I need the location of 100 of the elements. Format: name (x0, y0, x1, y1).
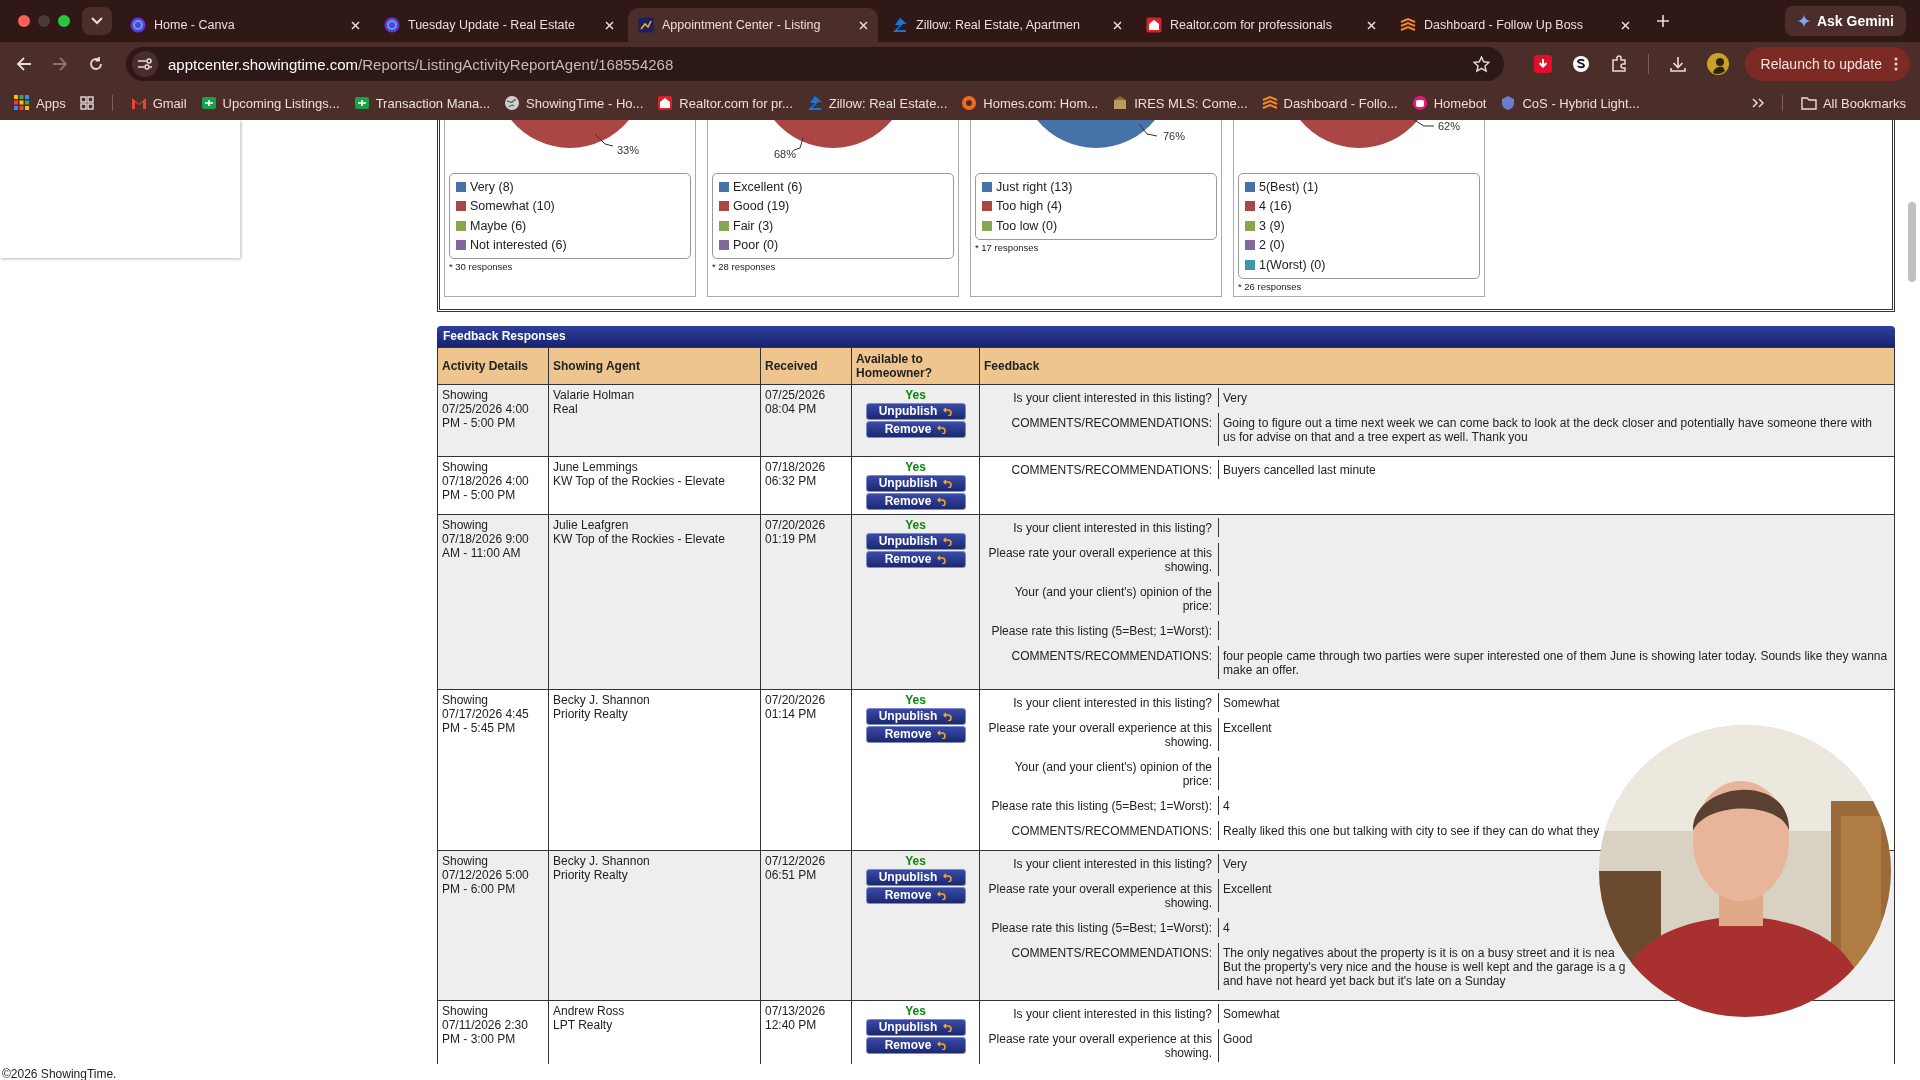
remove-button[interactable]: Remove (865, 725, 966, 743)
answer-text: Excellent (1223, 881, 1273, 896)
browser-tab[interactable]: Realtor.com for professionals (1136, 8, 1386, 42)
tab-search-button[interactable] (82, 7, 112, 35)
answer-text: 4 (1223, 920, 1231, 935)
remove-button[interactable]: Remove (865, 1036, 966, 1054)
unpublish-button[interactable]: Unpublish (865, 474, 966, 492)
unpublish-button[interactable]: Unpublish (865, 868, 966, 886)
leader-line (793, 137, 804, 151)
availability-status: Yes (904, 387, 927, 402)
close-tab-icon[interactable] (1367, 20, 1376, 30)
question-label: Your (and your client's) opinion of the price: (980, 581, 1219, 615)
globe-icon (504, 95, 521, 111)
bookmark-item[interactable]: CoS - Hybrid Light... (1500, 95, 1640, 111)
question-label: COMMENTS/RECOMMENDATIONS: (980, 412, 1219, 446)
mail-icon (130, 95, 147, 111)
relaunch-button[interactable]: Relaunch to update (1744, 47, 1910, 81)
percent-label: 68% (774, 148, 797, 160)
s-circle-icon[interactable] (1571, 55, 1590, 73)
ask-gemini-button[interactable]: Ask Gemini (1784, 6, 1906, 36)
agent-cell: Valarie Holman Real (548, 384, 761, 456)
question-label: COMMENTS/RECOMMENDATIONS: (980, 820, 1219, 840)
close-tab-icon[interactable] (1113, 20, 1122, 30)
bookmark-item[interactable]: ShowingTime - Ho... (504, 95, 644, 111)
reload-icon[interactable] (88, 56, 104, 72)
undo-arrow-icon (943, 711, 953, 721)
legend-label: Just right (13) (996, 179, 1073, 194)
agent-cell: June Lemmings KW Top of the Rockies - Elevate (548, 456, 761, 514)
close-tab-icon[interactable] (351, 20, 360, 30)
undo-arrow-icon (943, 406, 953, 416)
browser-tab[interactable]: Tuesday Update - Real Estate (374, 8, 624, 42)
activity-cell: Showing 07/18/2026 4:00 PM - 5:00 PM (437, 456, 549, 514)
maximize-window-icon[interactable] (58, 15, 70, 27)
received-cell: 07/20/2026 01:19 PM (760, 514, 852, 689)
all-bookmarks-item[interactable]: All Bookmarks (1800, 95, 1906, 111)
leader-line (1138, 123, 1158, 137)
question-label: Is your client interested in this listing? (980, 387, 1219, 407)
activity-cell: Showing 07/11/2026 2:30 PM - 3:00 PM (437, 1000, 549, 1064)
scrollbar-thumb[interactable] (1908, 202, 1916, 282)
bookmark-star-icon[interactable] (1472, 55, 1490, 73)
unpublish-button[interactable]: Unpublish (865, 1018, 966, 1036)
site-info-icon[interactable] (132, 51, 158, 77)
response-count: * 28 responses (712, 261, 777, 272)
answer-text: But the property's very nice and the house is well kept and the garage is a g (1223, 959, 1627, 974)
folder-icon (1800, 96, 1817, 110)
bookmark-item[interactable]: Upcoming Listings... (200, 95, 340, 111)
agent-cell: Julie Leafgren KW Top of the Rockies - Elevate (548, 514, 761, 689)
profile-avatar-icon[interactable] (1706, 53, 1729, 75)
forward-icon[interactable] (52, 56, 68, 72)
undo-arrow-icon (943, 1022, 953, 1032)
question-label: COMMENTS/RECOMMENDATIONS: (980, 645, 1219, 679)
bookmark-item[interactable]: Zillow: Real Estate... (806, 95, 948, 111)
browser-tab[interactable]: Home - Canva (120, 8, 370, 42)
unpublish-button[interactable]: Unpublish (865, 402, 966, 420)
apps-grid-icon (14, 95, 30, 111)
line-chart-icon (638, 17, 654, 33)
extensions-icon[interactable] (1609, 55, 1628, 73)
bookmark-item[interactable]: Homes.com: Hom... (961, 95, 1099, 111)
more-bookmarks-icon[interactable] (1751, 98, 1764, 108)
answer-text: Excellent (1223, 720, 1273, 735)
remove-button[interactable]: Remove (865, 420, 966, 438)
bookmark-item[interactable]: Apps (14, 95, 66, 111)
activity-cell: Showing 07/17/2026 4:45 PM - 5:45 PM (437, 689, 549, 850)
answer-text: Buyers cancelled last minute (1223, 462, 1377, 477)
question-label: Is your client interested in this listing? (980, 517, 1219, 537)
close-tab-icon[interactable] (605, 20, 614, 30)
question-label: Is your client interested in this listing? (980, 692, 1219, 712)
legend-label: Good (19) (733, 199, 790, 214)
close-tab-icon[interactable] (1621, 20, 1630, 30)
bookmark-item[interactable]: Gmail (130, 95, 187, 111)
legend-label: Too low (0) (996, 218, 1058, 233)
bookmark-item[interactable]: Homebot (1411, 95, 1487, 111)
bookmark-item[interactable]: IRES MLS: Come... (1112, 95, 1248, 111)
bookmark-item[interactable]: Dashboard - Follo... (1261, 95, 1398, 111)
tab-groups-icon[interactable] (79, 96, 94, 110)
remove-button[interactable]: Remove (865, 550, 966, 568)
undo-arrow-icon (937, 496, 947, 506)
availability-status: Yes (904, 1003, 927, 1018)
undo-arrow-icon (937, 554, 947, 564)
house-arrow-icon (806, 95, 823, 111)
undo-arrow-icon (943, 536, 953, 546)
question-label: Please rate this listing (5=Best; 1=Worst): (980, 917, 1219, 937)
close-window-icon[interactable] (18, 15, 30, 27)
back-icon[interactable] (16, 56, 32, 72)
browser-tab[interactable]: Appointment Center - Listing (628, 8, 878, 42)
remove-button[interactable]: Remove (865, 886, 966, 904)
unpublish-button[interactable]: Unpublish (865, 707, 966, 725)
percent-label: 62% (1438, 120, 1461, 132)
download-icon[interactable] (1668, 55, 1687, 73)
bookmark-item[interactable]: Transaction Mana... (353, 95, 491, 111)
remove-button[interactable]: Remove (865, 492, 966, 510)
layers-icon (1261, 95, 1278, 111)
browser-tab[interactable]: Zillow: Real Estate, Apartmen (882, 8, 1132, 42)
browser-tab[interactable]: Dashboard - Follow Up Boss (1390, 8, 1640, 42)
ring-logo-icon (961, 95, 978, 111)
activity-cell: Showing 07/12/2026 5:00 PM - 6:00 PM (437, 850, 549, 1000)
bookmark-item[interactable]: Realtor.com for pr... (657, 95, 793, 111)
close-tab-icon[interactable] (859, 20, 868, 30)
address-bar[interactable]: apptcenter.showingtime.com/Reports/ListingActivityReportAgent/168554268 (126, 47, 1504, 81)
unpublish-button[interactable]: Unpublish (865, 532, 966, 550)
